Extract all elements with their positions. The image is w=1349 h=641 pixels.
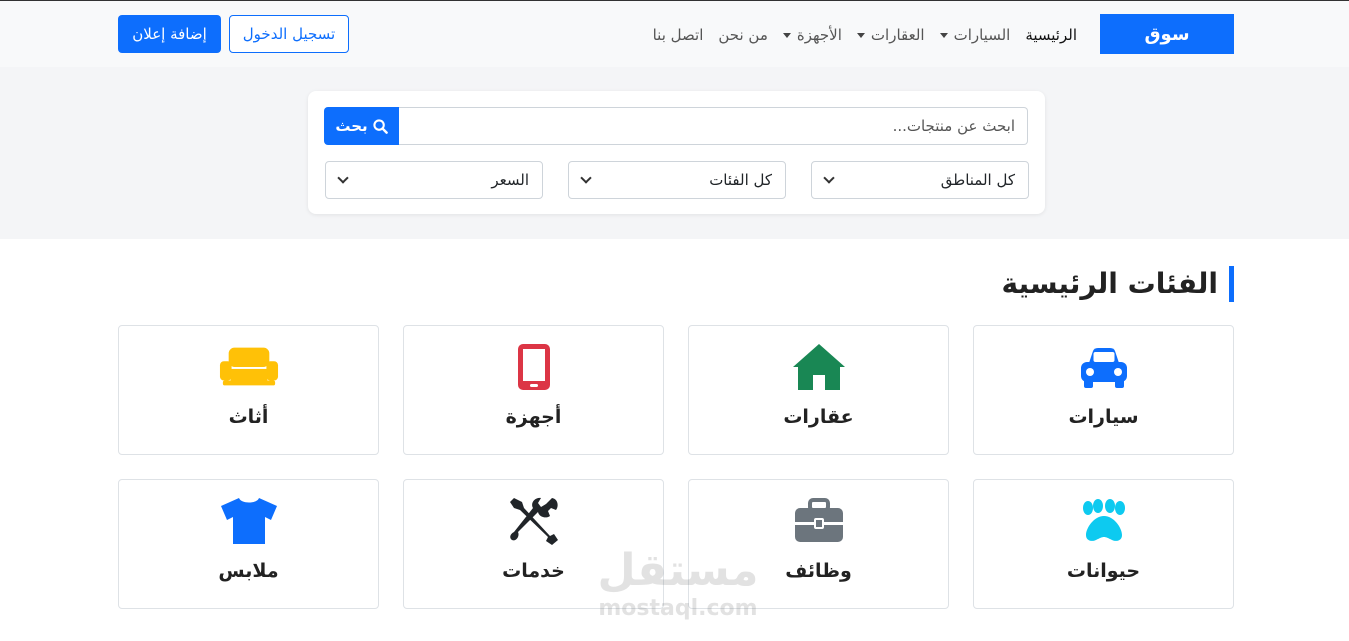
- category-select[interactable]: كل الفئات: [568, 161, 786, 199]
- price-select[interactable]: السعر: [325, 161, 543, 199]
- section-title: الفئات الرئيسية: [1002, 266, 1234, 302]
- add-ad-button[interactable]: إضافة إعلان: [118, 15, 221, 53]
- brand-logo[interactable]: سوق: [1100, 14, 1234, 54]
- nav-link-devices[interactable]: الأجهزة: [782, 26, 842, 44]
- search-card: بحث كل المناطق كل الفئات السعر: [308, 91, 1045, 214]
- category-real-estate[interactable]: عقارات: [688, 325, 949, 455]
- search-section: بحث كل المناطق كل الفئات السعر: [0, 67, 1349, 239]
- nav-link-cars[interactable]: السيارات: [939, 26, 1010, 44]
- category-label: ملابس: [218, 560, 279, 582]
- car-icon: [1074, 342, 1134, 392]
- paw-icon: [1074, 496, 1134, 546]
- tools-icon: [504, 496, 564, 546]
- category-label: حيوانات: [1066, 560, 1141, 582]
- watermark: مستقل mostaql.com: [597, 545, 759, 621]
- shirt-icon: [219, 496, 279, 546]
- couch-icon: [219, 342, 279, 392]
- search-row: بحث: [324, 107, 1028, 145]
- category-animals[interactable]: حيوانات: [973, 479, 1234, 609]
- chevron-down-icon: [580, 172, 592, 184]
- category-devices[interactable]: أجهزة: [403, 325, 664, 455]
- nav-link-contact[interactable]: اتصل بنا: [653, 26, 704, 44]
- search-icon: [373, 118, 388, 134]
- chevron-down-icon: [823, 172, 835, 184]
- nav-link-home[interactable]: الرئيسية: [1025, 26, 1077, 44]
- nav-link-about[interactable]: من نحن: [718, 26, 768, 44]
- chevron-down-icon: [337, 172, 349, 184]
- region-select[interactable]: كل المناطق: [811, 161, 1029, 199]
- login-button[interactable]: تسجيل الدخول: [229, 15, 349, 53]
- search-input[interactable]: [399, 107, 1028, 145]
- search-button[interactable]: بحث: [324, 107, 399, 145]
- navbar: سوق الرئيسية السيارات العقارات الأجهزة م…: [0, 1, 1349, 67]
- category-clothes[interactable]: ملابس: [118, 479, 379, 609]
- category-label: أثاث: [228, 406, 269, 428]
- category-label: سيارات: [1068, 406, 1139, 428]
- briefcase-icon: [789, 496, 849, 546]
- category-label: عقارات: [783, 406, 854, 428]
- house-icon: [789, 342, 849, 392]
- caret-down-icon: [856, 32, 865, 38]
- phone-icon: [504, 342, 564, 392]
- nav-link-real-estate[interactable]: العقارات: [856, 26, 925, 44]
- category-furniture[interactable]: أثاث: [118, 325, 379, 455]
- caret-down-icon: [939, 32, 948, 38]
- category-cars[interactable]: سيارات: [973, 325, 1234, 455]
- caret-down-icon: [782, 32, 791, 38]
- category-label: أجهزة: [505, 406, 562, 428]
- nav-links: الرئيسية السيارات العقارات الأجهزة من نح…: [653, 21, 1077, 49]
